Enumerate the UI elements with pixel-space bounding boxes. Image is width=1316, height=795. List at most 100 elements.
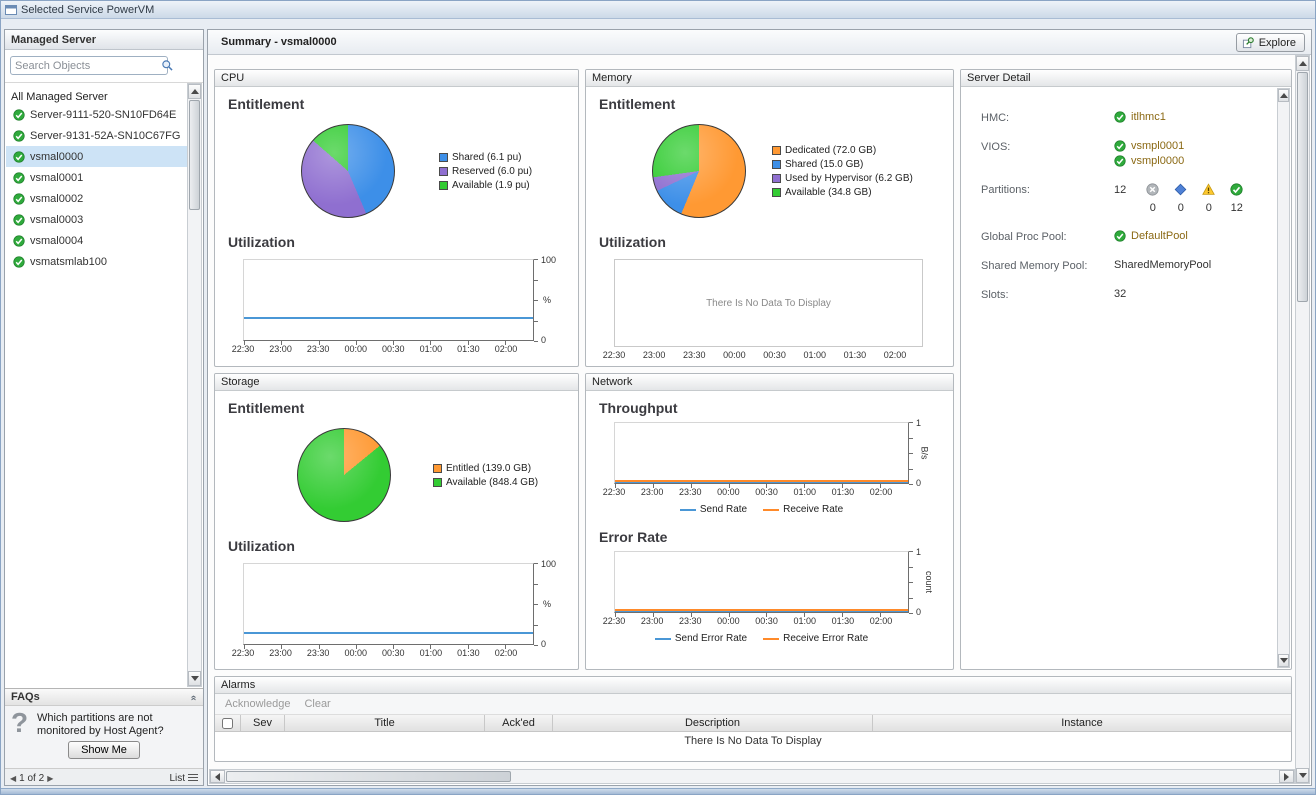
status-ok-icon bbox=[13, 256, 25, 268]
scroll-up-button[interactable] bbox=[188, 84, 201, 99]
storage-entitlement-legend: Entitled (139.0 GB)Available (848.4 GB) bbox=[433, 463, 538, 488]
legend-swatch bbox=[655, 638, 671, 640]
server-list-item[interactable]: vsmal0004 bbox=[6, 230, 187, 251]
page-title: Summary - vsmal0000 bbox=[221, 36, 337, 48]
status-ok-icon bbox=[13, 130, 25, 142]
clear-button[interactable]: Clear bbox=[304, 698, 330, 710]
acknowledge-button[interactable]: Acknowledge bbox=[225, 698, 290, 710]
column-header-acked[interactable]: Ack'ed bbox=[485, 715, 553, 731]
memory-utilization-chart: There Is No Data To Display22:3023:0023:… bbox=[614, 259, 949, 359]
column-header-description[interactable]: Description bbox=[553, 715, 873, 731]
main-horizontal-scrollbar[interactable] bbox=[209, 769, 1295, 784]
legend-label: Dedicated (72.0 GB) bbox=[785, 145, 876, 156]
y-axis-tick bbox=[534, 645, 538, 646]
scrollbar-thumb[interactable] bbox=[1297, 72, 1308, 302]
partition-count: 0 bbox=[1178, 202, 1184, 214]
collapse-icon[interactable]: » bbox=[188, 695, 202, 701]
scroll-down-button[interactable] bbox=[188, 671, 201, 686]
window-bottom-edge bbox=[1, 788, 1315, 794]
server-list-item[interactable]: Server-9131-52A-SN10C67FG bbox=[6, 125, 187, 146]
legend-swatch bbox=[772, 188, 781, 197]
x-axis-tick-label: 00:00 bbox=[717, 487, 740, 497]
chart-legend: Send RateReceive Rate bbox=[614, 504, 909, 515]
server-group-label: All Managed Server bbox=[5, 83, 203, 106]
chart-plot-area bbox=[243, 563, 534, 645]
vios-value-link[interactable]: vsmpl0001 bbox=[1131, 140, 1184, 152]
server-list-item[interactable]: vsmal0002 bbox=[6, 188, 187, 209]
x-axis-tick-label: 22:30 bbox=[603, 350, 626, 360]
global-proc-pool-value-link[interactable]: DefaultPool bbox=[1131, 230, 1188, 242]
network-throughput-chart: 1B/s022:3023:0023:3000:0000:3001:0001:30… bbox=[614, 422, 949, 515]
server-name: vsmal0002 bbox=[30, 193, 83, 205]
faq-prev-icon[interactable]: ◀ bbox=[10, 774, 16, 783]
faq-list-link[interactable]: List bbox=[169, 773, 185, 784]
y-axis-tick bbox=[909, 484, 913, 485]
server-list-item[interactable]: vsmatsmlab100 bbox=[6, 251, 187, 272]
y-axis-min-label: 0 bbox=[541, 335, 546, 345]
x-axis-tick-label: 23:30 bbox=[679, 616, 702, 626]
explore-button[interactable]: Explore bbox=[1236, 33, 1305, 52]
list-icon[interactable] bbox=[188, 774, 198, 782]
x-axis-tick-label: 22:30 bbox=[603, 616, 626, 626]
sidebar-scrollbar[interactable] bbox=[187, 83, 202, 687]
faq-next-icon[interactable]: ▶ bbox=[47, 774, 53, 783]
server-name: vsmal0000 bbox=[30, 151, 83, 163]
column-header-instance[interactable]: Instance bbox=[873, 715, 1291, 731]
y-axis-min-label: 0 bbox=[916, 478, 921, 488]
server-name: vsmatsmlab100 bbox=[30, 256, 107, 268]
server-detail-panel: Server Detail HMC: itlhmc1 VIOS: vsmpl00… bbox=[960, 69, 1292, 670]
show-me-button[interactable]: Show Me bbox=[68, 741, 140, 759]
chart-legend: Send Error RateReceive Error Rate bbox=[614, 633, 909, 644]
cpu-utilization-heading: Utilization bbox=[228, 234, 578, 250]
x-axis-tick-label: 01:00 bbox=[793, 616, 816, 626]
x-axis-tick-label: 02:00 bbox=[495, 344, 518, 354]
x-axis-tick-label: 23:00 bbox=[643, 350, 666, 360]
scrollbar-thumb[interactable] bbox=[189, 100, 200, 210]
slots-label: Slots: bbox=[981, 288, 1114, 301]
scroll-left-button[interactable] bbox=[210, 770, 225, 783]
x-axis-tick-label: 00:30 bbox=[755, 616, 778, 626]
vios-value-link[interactable]: vsmpl0000 bbox=[1131, 155, 1184, 167]
scroll-up-button[interactable] bbox=[1296, 56, 1309, 71]
legend-label: Shared (6.1 pu) bbox=[452, 152, 522, 163]
y-axis-unit-label: B/s bbox=[920, 446, 930, 459]
cpu-entitlement-heading: Entitlement bbox=[228, 96, 578, 112]
search-row bbox=[5, 50, 203, 83]
scroll-down-button[interactable] bbox=[1278, 654, 1289, 667]
search-icon[interactable] bbox=[161, 59, 174, 72]
partition-status-info-icon bbox=[1174, 183, 1187, 199]
x-axis-tick-label: 02:00 bbox=[495, 648, 518, 658]
y-axis-tick bbox=[534, 341, 538, 342]
x-axis-tick-label: 00:00 bbox=[723, 350, 746, 360]
main-vertical-scrollbar[interactable] bbox=[1295, 55, 1310, 784]
select-all-checkbox[interactable] bbox=[222, 718, 233, 729]
chart-plot-area: There Is No Data To Display bbox=[614, 259, 923, 347]
server-list-item[interactable]: Server-9111-520-SN10FD64E bbox=[6, 104, 187, 125]
x-axis-tick-label: 23:00 bbox=[641, 616, 664, 626]
explore-icon bbox=[1242, 36, 1255, 49]
search-input[interactable] bbox=[11, 60, 161, 72]
y-axis: 100%0 bbox=[534, 259, 574, 341]
server-list-item[interactable]: vsmal0003 bbox=[6, 209, 187, 230]
scroll-right-button[interactable] bbox=[1279, 770, 1294, 783]
storage-utilization-chart: 100%022:3023:0023:3000:0000:3001:0001:30… bbox=[243, 563, 574, 657]
hmc-value-link[interactable]: itlhmc1 bbox=[1131, 111, 1166, 123]
column-header-sev[interactable]: Sev bbox=[241, 715, 285, 731]
server-detail-title: Server Detail bbox=[961, 70, 1291, 87]
scrollbar-thumb[interactable] bbox=[226, 771, 511, 782]
server-detail-scrollbar[interactable] bbox=[1277, 88, 1290, 668]
window-titlebar: Selected Service PowerVM bbox=[1, 1, 1315, 19]
y-axis-tick bbox=[534, 321, 538, 322]
faq-question: Which partitions are not monitored by Ho… bbox=[37, 710, 199, 738]
server-list-item[interactable]: vsmal0001 bbox=[6, 167, 187, 188]
partitions-label: Partitions: bbox=[981, 183, 1114, 196]
column-header-title[interactable]: Title bbox=[285, 715, 485, 731]
legend-label: Shared (15.0 GB) bbox=[785, 159, 863, 170]
scroll-down-button[interactable] bbox=[1296, 768, 1309, 783]
server-list-item[interactable]: vsmal0000 bbox=[6, 146, 187, 167]
y-axis-tick bbox=[909, 422, 913, 423]
cpu-entitlement-pie bbox=[301, 124, 395, 218]
legend-item: Shared (6.1 pu) bbox=[439, 152, 532, 163]
scroll-up-button[interactable] bbox=[1278, 89, 1289, 102]
x-axis-tick-label: 02:00 bbox=[870, 616, 893, 626]
